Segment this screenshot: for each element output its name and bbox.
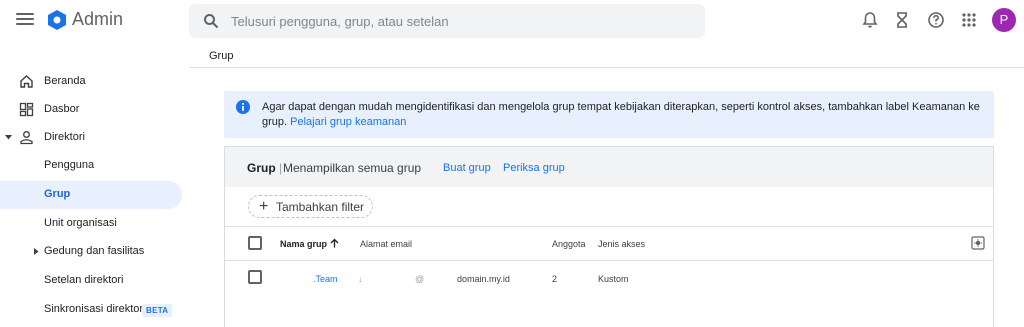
sidebar-item-dasbor[interactable]: Dasbor <box>0 96 182 124</box>
filter-row: + Tambahkan filter <box>225 187 993 227</box>
card-title: Grup <box>247 161 276 175</box>
person-icon <box>20 131 33 145</box>
column-settings-icon[interactable] <box>971 236 985 250</box>
sidebar-item-sinkronisasi[interactable]: Sinkronisasi direktori BETA <box>0 296 182 324</box>
select-all-checkbox[interactable] <box>248 236 262 250</box>
search-bar[interactable] <box>189 4 705 38</box>
search-input[interactable] <box>231 11 691 31</box>
sidebar-item-label: Dasbor <box>44 103 80 115</box>
access-type: Kustom <box>598 274 629 284</box>
column-header-email[interactable]: Alamat email <box>360 239 412 249</box>
sidebar-item-setelan-direktori[interactable]: Setelan direktori <box>0 267 182 295</box>
hourglass-icon[interactable] <box>892 10 912 30</box>
email-prefix: ↓ <box>358 274 363 284</box>
card-header: Grup | Menampilkan semua grup Buat grup … <box>225 147 993 187</box>
sidebar-item-label: Direktori <box>44 131 85 143</box>
add-filter-label: Tambahkan filter <box>276 200 365 214</box>
column-header-members[interactable]: Anggota <box>552 239 586 249</box>
member-count: 2 <box>552 274 558 284</box>
arrow-up-icon[interactable] <box>330 238 339 248</box>
admin-logo-icon[interactable] <box>46 9 68 31</box>
sidebar-item-label: Unit organisasi <box>44 217 117 229</box>
sidebar-item-label: Sinkronisasi direktori <box>44 303 146 315</box>
info-icon <box>236 100 250 114</box>
apps-grid-icon[interactable] <box>959 10 979 30</box>
chevron-down-icon[interactable] <box>5 135 12 140</box>
sidebar-item-pengguna[interactable]: Pengguna <box>0 152 182 180</box>
sidebar-item-label: Setelan direktori <box>44 274 124 286</box>
sidebar: Beranda Dasbor Direktori Pengguna Grup U… <box>0 68 189 327</box>
sidebar-item-label: Beranda <box>44 75 86 87</box>
sidebar-item-gedung[interactable]: Gedung dan fasilitas <box>0 238 182 266</box>
banner-text: Agar dapat dengan mudah mengidentifikasi… <box>262 100 982 130</box>
sidebar-item-grup[interactable]: Grup <box>0 181 182 209</box>
sidebar-item-unit-organisasi[interactable]: Unit organisasi <box>0 210 182 238</box>
inspect-groups-link[interactable]: Periksa grup <box>503 162 565 174</box>
groups-card: Grup | Menampilkan semua grup Buat grup … <box>224 146 994 327</box>
sidebar-item-label: Pengguna <box>44 159 95 171</box>
help-icon[interactable] <box>926 10 946 30</box>
row-checkbox[interactable] <box>248 270 262 284</box>
create-group-link[interactable]: Buat grup <box>443 162 491 174</box>
breadcrumb: Grup <box>209 50 234 62</box>
sidebar-item-direktori[interactable]: Direktori <box>0 124 182 152</box>
card-subtitle: Menampilkan semua grup <box>283 161 422 175</box>
search-icon <box>204 14 219 29</box>
plus-icon: + <box>259 198 269 215</box>
table-row[interactable]: .Team ↓ @ domain.my.id 2 Kustom <box>225 261 993 295</box>
info-banner: Agar dapat dengan mudah mengidentifikasi… <box>224 91 994 138</box>
home-icon <box>20 75 33 88</box>
email-domain: domain.my.id <box>457 274 510 284</box>
beta-badge: BETA <box>142 304 173 317</box>
sidebar-item-label: Gedung dan fasilitas <box>44 245 145 257</box>
table-header: Nama grup Alamat email Anggota Jenis aks… <box>225 227 993 261</box>
bell-icon[interactable] <box>860 10 880 30</box>
dashboard-icon <box>19 102 34 117</box>
menu-icon[interactable] <box>16 10 34 30</box>
card-title-separator: | <box>279 161 283 175</box>
app-title[interactable]: Admin <box>72 9 123 30</box>
top-bar: Admin P <box>0 0 1024 40</box>
add-filter-button[interactable]: + Tambahkan filter <box>248 195 373 218</box>
group-name-link[interactable]: .Team <box>313 274 338 284</box>
divider <box>189 67 1024 68</box>
email-at: @ <box>415 274 425 284</box>
sidebar-item-beranda[interactable]: Beranda <box>0 68 182 96</box>
avatar[interactable]: P <box>992 8 1016 32</box>
column-header-name[interactable]: Nama grup <box>280 239 327 249</box>
sidebar-item-label: Grup <box>44 188 71 200</box>
chevron-right-icon[interactable] <box>34 248 39 255</box>
learn-security-groups-link[interactable]: Pelajari grup keamanan <box>290 116 406 128</box>
column-header-access[interactable]: Jenis akses <box>598 239 645 249</box>
